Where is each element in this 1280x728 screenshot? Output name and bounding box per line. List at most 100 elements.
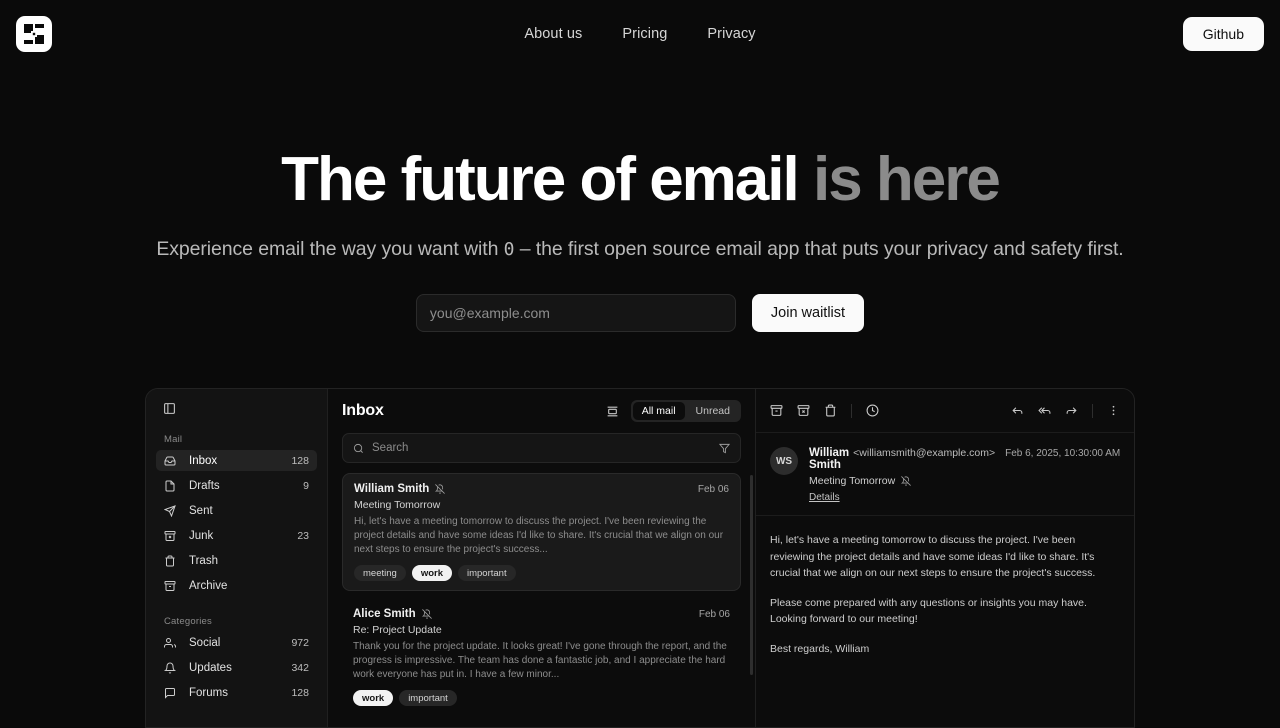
reply-icon[interactable] bbox=[1011, 404, 1024, 417]
mail-tags: work important bbox=[353, 690, 730, 706]
page-title: The future of email is here bbox=[0, 147, 1280, 213]
search-input[interactable] bbox=[372, 442, 711, 454]
sidebar-item-count: 128 bbox=[291, 454, 309, 467]
mail-filter-segmented-control: All mail Unread bbox=[630, 400, 741, 422]
tag-important[interactable]: important bbox=[458, 565, 516, 581]
sidebar-item-label: Trash bbox=[189, 554, 218, 567]
sidebar-item-junk[interactable]: Junk 23 bbox=[156, 525, 317, 546]
reader-identity-row: William Smith <williamsmith@example.com>… bbox=[809, 447, 1120, 471]
nav-link-pricing[interactable]: Pricing bbox=[616, 22, 673, 46]
mail-sidebar: Mail Inbox 128 Drafts 9 Sent Junk 23 Tra… bbox=[146, 389, 328, 727]
archive-icon[interactable] bbox=[770, 404, 783, 417]
nav-link-about-us[interactable]: About us bbox=[518, 22, 588, 46]
toolbar-divider bbox=[851, 403, 852, 418]
headline-muted: is here bbox=[812, 145, 1001, 214]
sidebar-item-updates[interactable]: Updates 342 bbox=[156, 657, 317, 678]
mail-list-item[interactable]: William Smith Feb 06 Meeting Tomorrow Hi… bbox=[342, 473, 741, 591]
reply-all-icon[interactable] bbox=[1038, 404, 1051, 417]
toolbar-divider bbox=[1092, 403, 1094, 418]
more-vertical-icon[interactable] bbox=[1107, 404, 1120, 417]
compose-icon[interactable] bbox=[606, 405, 619, 418]
mail-subject: Meeting Tomorrow bbox=[354, 499, 441, 511]
mail-sender: Alice Smith bbox=[353, 608, 416, 620]
mail-list-item[interactable]: Alice Smith Feb 06 Re: Project Update Th… bbox=[342, 599, 741, 715]
top-navbar: About us Pricing Privacy Github bbox=[0, 0, 1280, 67]
reader-header: WS William Smith <williamsmith@example.c… bbox=[756, 433, 1134, 516]
sidebar-section-label-mail: Mail bbox=[164, 434, 183, 445]
tag-meeting[interactable]: meeting bbox=[354, 565, 406, 581]
archive-x-icon[interactable] bbox=[797, 404, 810, 417]
inbox-icon bbox=[164, 455, 179, 467]
sidebar-item-archive[interactable]: Archive bbox=[156, 575, 317, 596]
zero-logo[interactable] bbox=[16, 15, 52, 52]
file-icon bbox=[164, 480, 179, 492]
hero-subtitle: Experience email the way you want with 0… bbox=[0, 235, 1280, 264]
reader-paragraph: Best regards, William bbox=[770, 642, 870, 655]
mail-list-item[interactable]: Bob Johnson Feb 10 Weekend Plans bbox=[342, 723, 741, 727]
sidebar-item-forums[interactable]: Forums 128 bbox=[156, 682, 317, 703]
bell-off-icon bbox=[421, 609, 432, 619]
mail-preview: Thank you for the project update. It loo… bbox=[353, 641, 727, 680]
filter-icon[interactable] bbox=[719, 443, 730, 454]
email-field[interactable] bbox=[415, 293, 736, 332]
sidebar-item-social[interactable]: Social 972 bbox=[156, 632, 317, 653]
sidebar-item-inbox[interactable]: Inbox 128 bbox=[156, 450, 317, 471]
clock-icon[interactable] bbox=[866, 404, 879, 417]
mail-list: William Smith Feb 06 Meeting Tomorrow Hi… bbox=[328, 473, 755, 727]
message-square-icon bbox=[164, 687, 179, 699]
sidebar-item-count: 972 bbox=[291, 636, 309, 649]
mail-preview: Hi, let's have a meeting tomorrow to dis… bbox=[354, 516, 724, 555]
reader-subject-row: Meeting Tomorrow bbox=[809, 475, 1120, 487]
reader-meta: William Smith <williamsmith@example.com>… bbox=[798, 447, 1120, 505]
sidebar-toggle-button[interactable] bbox=[156, 389, 317, 427]
reader-details-link[interactable]: Details bbox=[809, 492, 840, 503]
join-waitlist-button[interactable]: Join waitlist bbox=[751, 293, 865, 332]
segment-unread[interactable]: Unread bbox=[687, 402, 739, 420]
sidebar-item-label: Inbox bbox=[189, 454, 218, 467]
mail-reading-pane: WS William Smith <williamsmith@example.c… bbox=[756, 389, 1134, 727]
sidebar-item-count: 9 bbox=[303, 479, 309, 492]
mail-item-header: William Smith Feb 06 bbox=[354, 483, 729, 495]
forward-icon[interactable] bbox=[1065, 404, 1078, 417]
mail-list-header: Inbox All mail Unread bbox=[328, 389, 755, 433]
bell-off-icon bbox=[901, 476, 912, 486]
sidebar-item-sent[interactable]: Sent bbox=[156, 500, 317, 521]
sidebar-item-trash[interactable]: Trash bbox=[156, 550, 317, 571]
sidebar-item-label: Archive bbox=[189, 579, 228, 592]
mail-tags: meeting work important bbox=[354, 565, 729, 581]
sidebar-item-drafts[interactable]: Drafts 9 bbox=[156, 475, 317, 496]
tag-work[interactable]: work bbox=[411, 565, 452, 581]
sidebar-item-label: Social bbox=[189, 636, 221, 649]
mailbox-title: Inbox bbox=[342, 402, 384, 419]
panel-toggle-icon bbox=[164, 402, 175, 414]
subtitle-part-2: – the first open source email app that p… bbox=[514, 237, 1124, 260]
sidebar-item-label: Forums bbox=[189, 686, 228, 699]
github-button[interactable]: Github bbox=[1182, 16, 1264, 51]
archive-x-icon bbox=[164, 530, 179, 542]
search-container bbox=[328, 433, 755, 473]
sidebar-section-label-categories: Categories bbox=[164, 616, 212, 627]
nav-links: About us Pricing Privacy bbox=[0, 22, 1280, 46]
sidebar-item-count: 342 bbox=[291, 661, 309, 674]
bell-icon bbox=[164, 662, 179, 674]
archive-icon bbox=[164, 580, 179, 592]
trash-icon[interactable] bbox=[824, 404, 837, 417]
reader-paragraph: Hi, let's have a meeting tomorrow to dis… bbox=[770, 534, 1096, 579]
reader-paragraph: Please come prepared with any questions … bbox=[770, 596, 1087, 626]
mail-list-column: Inbox All mail Unread Search William Smi… bbox=[328, 389, 756, 727]
mail-date: Feb 06 bbox=[698, 608, 730, 620]
mail-list-scrollbar[interactable] bbox=[750, 475, 753, 675]
sidebar-item-label: Junk bbox=[189, 529, 214, 542]
reader-subject: Meeting Tomorrow bbox=[809, 475, 896, 487]
avatar: WS bbox=[770, 447, 798, 475]
reader-toolbar bbox=[756, 389, 1134, 433]
tag-important[interactable]: important bbox=[399, 690, 457, 706]
nav-link-privacy[interactable]: Privacy bbox=[701, 22, 761, 46]
search-box bbox=[342, 433, 741, 463]
hero-section: The future of email is here Experience e… bbox=[0, 67, 1280, 332]
segment-all-mail[interactable]: All mail bbox=[632, 402, 685, 420]
tag-work[interactable]: work bbox=[353, 690, 394, 706]
sidebar-item-label: Sent bbox=[189, 504, 213, 517]
sidebar-item-count: 128 bbox=[291, 686, 309, 699]
mail-subject: Re: Project Update bbox=[353, 624, 442, 636]
